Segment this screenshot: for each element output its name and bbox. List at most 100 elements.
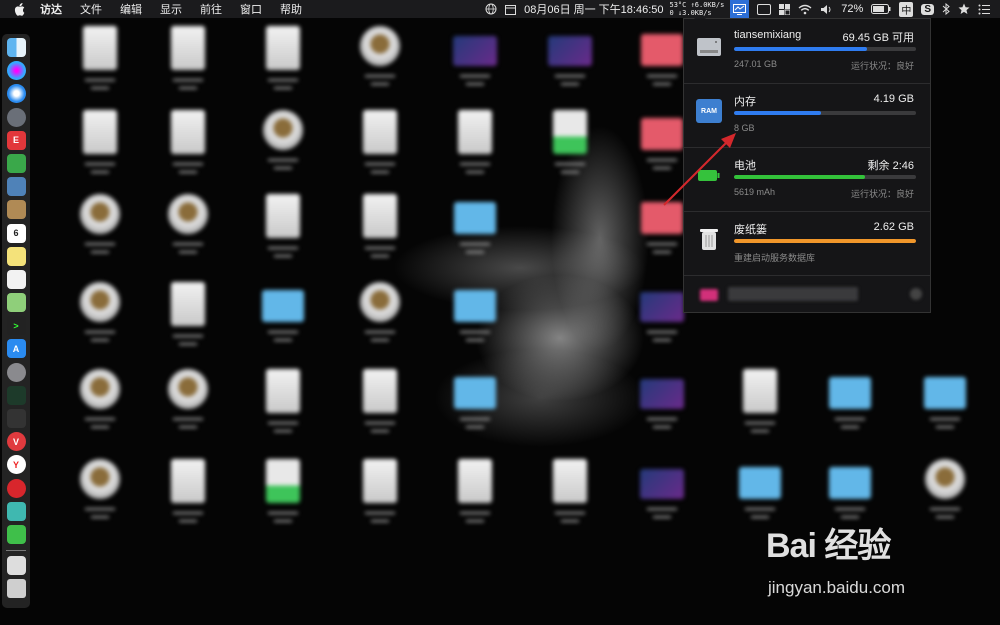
desktop-file[interactable]: ▬▬▬▬▬ ▬▬▬: [435, 455, 515, 541]
menu-finder[interactable]: 访达: [40, 1, 62, 17]
siri-icon[interactable]: [6, 61, 26, 81]
vivaldi-icon[interactable]: V: [6, 432, 26, 452]
archive-icon[interactable]: [6, 200, 26, 220]
desktop-file[interactable]: ▬▬▬▬▬ ▬▬▬: [340, 106, 420, 192]
file-icon: [363, 194, 397, 238]
menu-go[interactable]: 前往: [200, 1, 222, 17]
desktop-file[interactable]: ▬▬▬▬▬ ▬▬▬: [60, 106, 140, 192]
calendar-app-icon[interactable]: 6: [6, 223, 26, 243]
app-store-icon[interactable]: A: [6, 339, 26, 359]
grid-app-icon[interactable]: [779, 3, 791, 15]
menu-edit[interactable]: 编辑: [120, 1, 142, 17]
desktop-file[interactable]: ▬▬▬▬▬ ▬▬▬: [60, 190, 140, 276]
desktop-file[interactable]: ▬▬▬▬▬ ▬▬▬: [435, 365, 515, 451]
menu-help[interactable]: 帮助: [280, 1, 302, 17]
notification-center-icon[interactable]: [978, 4, 990, 15]
reminders-icon[interactable]: [6, 269, 26, 289]
desktop-file[interactable]: ▬▬▬▬▬ ▬▬▬: [148, 106, 228, 192]
system-preferences-icon[interactable]: [6, 362, 26, 382]
battery-percent[interactable]: 72%: [841, 3, 863, 15]
desktop-file[interactable]: ▬▬▬▬▬ ▬▬▬: [435, 22, 515, 108]
maps-icon[interactable]: [6, 293, 26, 313]
window-manager-icon[interactable]: [757, 3, 772, 15]
desktop-file[interactable]: ▬▬▬▬▬ ▬▬▬: [435, 106, 515, 192]
safari-icon[interactable]: [6, 84, 26, 104]
desktop-file[interactable]: ▬▬▬▬▬ ▬▬▬: [148, 278, 228, 364]
favorites-star-icon[interactable]: [958, 3, 970, 15]
desktop-file[interactable]: ▬▬▬▬▬ ▬▬▬: [148, 455, 228, 541]
desktop-file[interactable]: ▬▬▬▬▬ ▬▬▬: [60, 278, 140, 364]
battery-row[interactable]: 电池 剩余 2:46 5619 mAh 运行状况：良好: [684, 147, 930, 212]
downloads-stack-icon[interactable]: [6, 556, 26, 576]
rebuild-launch-services-link[interactable]: 重建启动服务数据库: [734, 251, 815, 264]
sogou-input-icon[interactable]: S: [921, 3, 934, 15]
desktop-file[interactable]: ▬▬▬▬▬ ▬▬▬: [622, 455, 702, 541]
desktop-file[interactable]: ▬▬▬▬▬ ▬▬▬: [340, 455, 420, 541]
finder-icon[interactable]: [6, 38, 26, 57]
desktop-file[interactable]: ▬▬▬▬▬ ▬▬▬: [60, 365, 140, 451]
desktop-file[interactable]: ▬▬▬▬▬ ▬▬▬: [340, 365, 420, 451]
footer-search-field[interactable]: [728, 287, 858, 301]
bluetooth-icon[interactable]: [942, 3, 950, 15]
file-name-blurred: ▬▬▬▬▬ ▬▬▬: [268, 157, 298, 171]
desktop-file[interactable]: ▬▬▬▬▬ ▬▬▬: [720, 365, 800, 451]
notes-icon[interactable]: [6, 246, 26, 266]
file-icon: [454, 377, 496, 409]
wifi-icon[interactable]: [798, 4, 812, 15]
input-method-indicator[interactable]: 中: [899, 1, 914, 17]
launchpad-icon[interactable]: [6, 107, 26, 127]
desktop-file[interactable]: ▬▬▬▬▬ ▬▬▬: [148, 22, 228, 108]
desktop-file[interactable]: ▬▬▬▬▬ ▬▬▬: [622, 365, 702, 451]
trash-icon[interactable]: [6, 579, 26, 599]
footer-app-icon[interactable]: [700, 289, 718, 301]
desktop-file[interactable]: ▬▬▬▬▬ ▬▬▬: [810, 365, 890, 451]
desktop-file[interactable]: ▬▬▬▬▬ ▬▬▬: [530, 106, 610, 192]
desktop-file[interactable]: ▬▬▬▬▬ ▬▬▬: [530, 22, 610, 108]
system-monitor-icon[interactable]: [730, 0, 750, 18]
desktop-file[interactable]: ▬▬▬▬▬ ▬▬▬: [243, 278, 323, 364]
screenshot-app-icon[interactable]: [6, 501, 26, 521]
desktop-file[interactable]: ▬▬▬▬▬ ▬▬▬: [148, 365, 228, 451]
menu-window[interactable]: 窗口: [240, 1, 262, 17]
desktop-file[interactable]: ▬▬▬▬▬ ▬▬▬: [243, 455, 323, 541]
menu-view[interactable]: 显示: [160, 1, 182, 17]
calendar-icon[interactable]: [505, 4, 517, 15]
file-name-blurred: ▬▬▬▬▬ ▬▬▬: [460, 329, 490, 343]
desktop-file[interactable]: ▬▬▬▬▬ ▬▬▬: [243, 365, 323, 451]
activity-monitor-icon[interactable]: [6, 385, 26, 405]
desktop-file[interactable]: ▬▬▬▬▬ ▬▬▬: [148, 190, 228, 276]
netease-app-icon[interactable]: E: [6, 130, 26, 150]
net-speed-readout[interactable]: 53°C ↑6.0KB/s 0 ↓3.0KB/s: [670, 1, 725, 17]
footer-settings-icon[interactable]: [910, 288, 922, 300]
wechat-icon[interactable]: [6, 524, 26, 544]
preview-icon[interactable]: [6, 177, 26, 197]
desktop-file[interactable]: ▬▬▬▬▬ ▬▬▬: [243, 106, 323, 192]
console-icon[interactable]: [6, 409, 26, 428]
terminal-icon[interactable]: >: [6, 316, 26, 336]
yandex-icon[interactable]: Y: [6, 455, 26, 475]
desktop-file[interactable]: ▬▬▬▬▬ ▬▬▬: [530, 455, 610, 541]
desktop-file[interactable]: ▬▬▬▬▬ ▬▬▬: [243, 22, 323, 108]
android-icon[interactable]: [6, 153, 26, 173]
menu-file[interactable]: 文件: [80, 1, 102, 17]
trash-row[interactable]: 废纸篓 2.62 GB 重建启动服务数据库: [684, 211, 930, 276]
desktop-file[interactable]: ▬▬▬▬▬ ▬▬▬: [243, 190, 323, 276]
memory-row[interactable]: RAM 内存 4.19 GB 8 GB: [684, 83, 930, 148]
apple-menu-icon[interactable]: [12, 2, 26, 16]
desktop-file[interactable]: ▬▬▬▬▬ ▬▬▬: [340, 190, 420, 276]
battery-icon[interactable]: [871, 4, 891, 14]
file-name-blurred: ▬▬▬▬▬ ▬▬▬: [365, 245, 395, 259]
desktop-file[interactable]: ▬▬▬▬▬ ▬▬▬: [340, 278, 420, 364]
desktop-file[interactable]: ▬▬▬▬▬ ▬▬▬: [435, 278, 515, 364]
file-name-blurred: ▬▬▬▬▬ ▬▬▬: [268, 510, 298, 524]
globe-icon[interactable]: [485, 3, 497, 15]
desktop-file[interactable]: ▬▬▬▬▬ ▬▬▬: [435, 190, 515, 276]
desktop-file[interactable]: ▬▬▬▬▬ ▬▬▬: [60, 22, 140, 108]
menubar-datetime[interactable]: 08月06日 周一 下午18:46:50: [524, 1, 663, 17]
desktop-file[interactable]: ▬▬▬▬▬ ▬▬▬: [60, 455, 140, 541]
volume-icon[interactable]: [820, 4, 833, 15]
desktop-file[interactable]: ▬▬▬▬▬ ▬▬▬: [340, 22, 420, 108]
disk-row[interactable]: tiansemixiang 69.45 GB 可用 247.01 GB 运行状况…: [684, 19, 930, 84]
netease-music-icon[interactable]: [6, 478, 26, 498]
desktop-file[interactable]: ▬▬▬▬▬ ▬▬▬: [905, 365, 985, 451]
